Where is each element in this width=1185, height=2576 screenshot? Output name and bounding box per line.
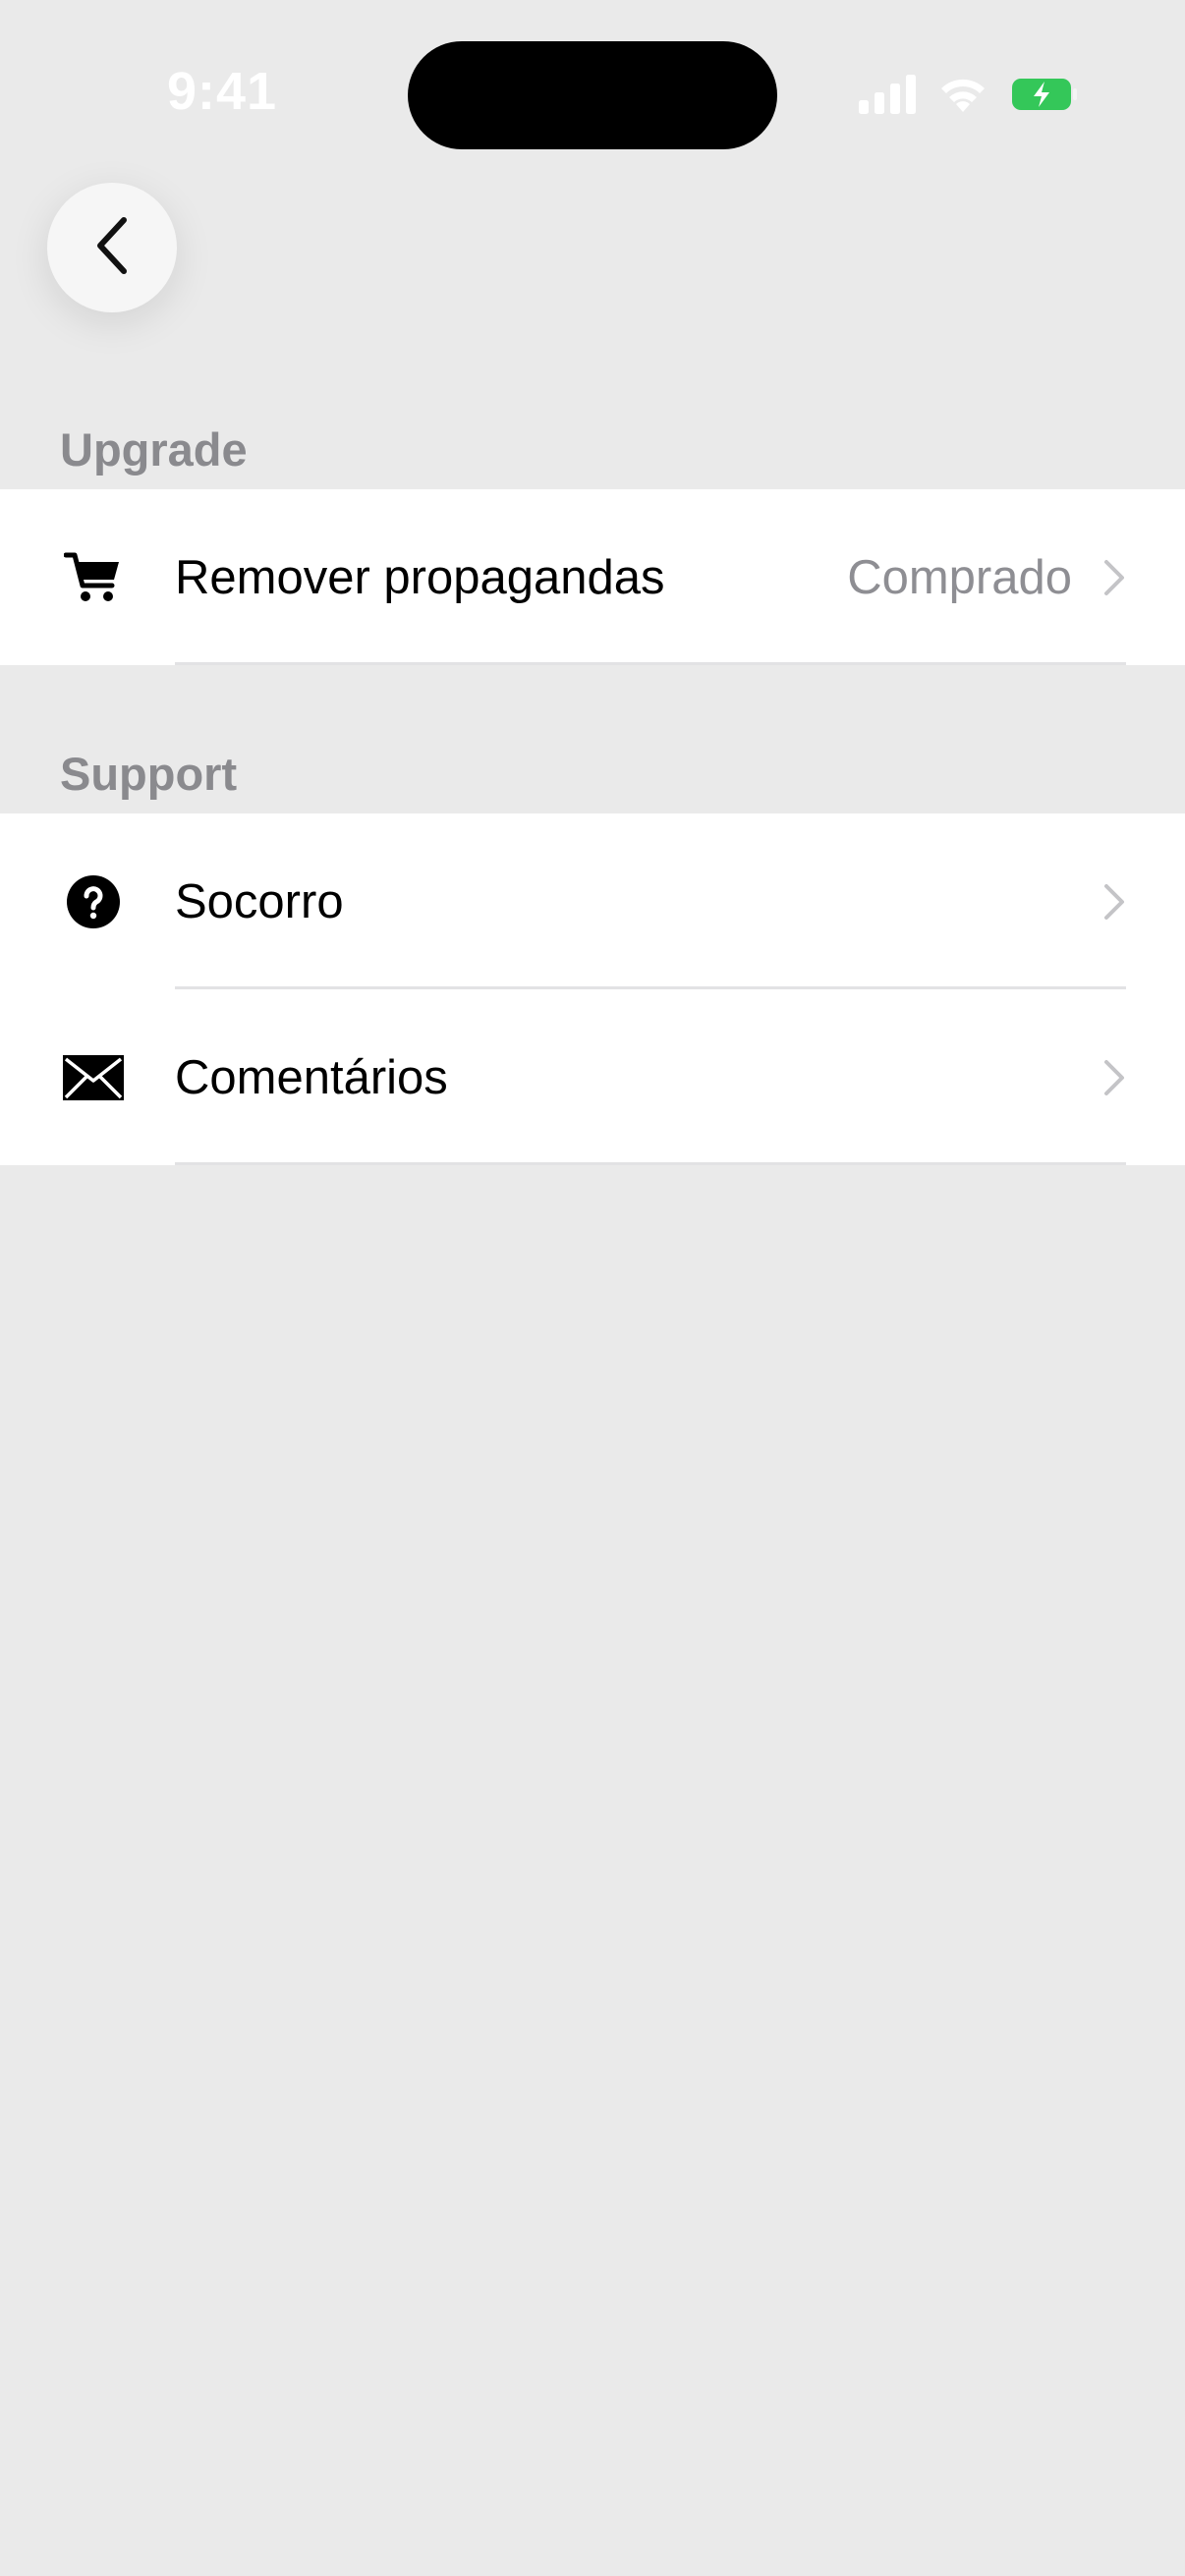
- help-circle-icon: [62, 870, 125, 933]
- dynamic-island: [408, 41, 777, 149]
- row-remove-ads[interactable]: Remover propagandas Comprado: [0, 489, 1185, 665]
- row-divider: [175, 662, 1126, 665]
- chevron-right-icon: [1102, 1058, 1126, 1097]
- status-time: 9:41: [167, 62, 278, 121]
- row-help[interactable]: Socorro: [0, 813, 1185, 989]
- settings-screen: 9:41 Upgrade Remover propagandas Comprad…: [0, 0, 1185, 2576]
- row-divider: [175, 1162, 1126, 1165]
- section-header-support: Support: [60, 748, 238, 800]
- support-group: Socorro Comentários: [0, 813, 1185, 1165]
- envelope-icon: [62, 1046, 125, 1109]
- chevron-left-icon: [92, 216, 132, 280]
- battery-charging-icon: [1010, 77, 1079, 117]
- purchase-status: Comprado: [847, 550, 1072, 604]
- cellular-signal-icon: [859, 75, 916, 119]
- chevron-right-icon: [1102, 882, 1126, 922]
- section-header-upgrade: Upgrade: [60, 423, 248, 476]
- row-label-feedback: Comentários: [175, 1050, 448, 1104]
- row-feedback[interactable]: Comentários: [0, 989, 1185, 1165]
- chevron-right-icon: [1102, 558, 1126, 597]
- cart-icon: [62, 546, 125, 609]
- row-label-remove-ads: Remover propagandas: [175, 550, 665, 604]
- row-label-help: Socorro: [175, 874, 344, 928]
- back-button[interactable]: [47, 183, 177, 312]
- upgrade-group: Remover propagandas Comprado: [0, 489, 1185, 665]
- wifi-icon: [937, 75, 988, 119]
- status-icons: [859, 75, 1079, 119]
